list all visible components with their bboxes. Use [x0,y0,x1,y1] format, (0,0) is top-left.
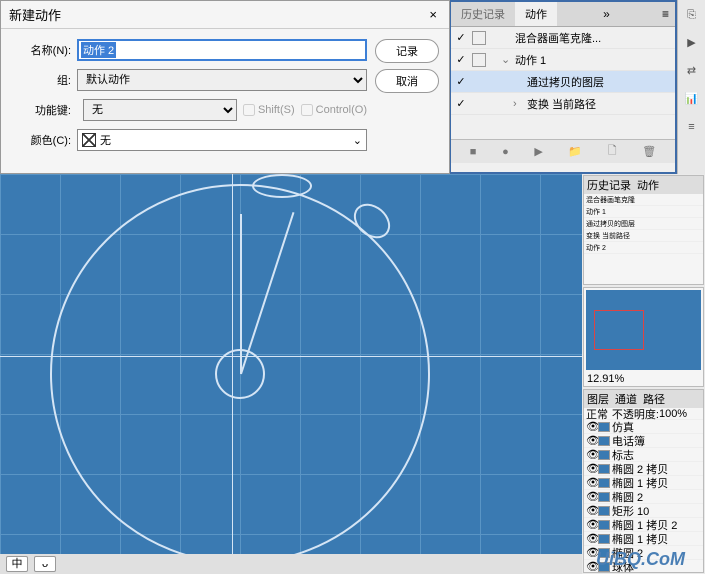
new-action-dialog: 新建动作 × 名称(N): 动作 2 组: 默认动作 功能键: 无 Shift(… [0,0,450,174]
shift-checkbox[interactable]: Shift(S) [243,104,295,116]
footer-icon-4[interactable]: 🗋 [608,142,617,161]
panel-tabs: 历史记录 动作 » ≡ [451,2,675,27]
navigator-viewport-box[interactable] [594,310,644,350]
name-row: 名称(N): 动作 2 [11,39,367,61]
color-label: 颜色(C): [11,132,71,148]
cancel-button[interactable]: 取消 [375,69,439,93]
footer-icon-3[interactable]: 📁 [568,145,582,158]
close-icon[interactable]: × [425,7,441,22]
ime-punct-button[interactable]: ᴗ [34,556,56,572]
sidebar-icon-2[interactable]: ⇄ [683,62,701,80]
footer-icon-0[interactable]: ■ [470,146,477,158]
panel-sidebar: ⎘ ▶ ⇄ 📊 ≡ [677,0,705,174]
group-label: 组: [11,72,71,88]
clock-center [215,349,265,399]
sidebar-icon-0[interactable]: ⎘ [683,6,701,24]
right-panels: 历史记录 动作 混合器画笔克隆动作 1通过拷贝的图层变换 当前路径动作 2 12… [582,174,705,574]
sidebar-icon-4[interactable]: ≡ [683,118,701,136]
name-input[interactable]: 动作 2 [77,39,367,61]
actions-panel-area: 历史记录 动作 » ≡ ✓混合器画笔克隆...✓⌄动作 1✓通过拷贝的图层✓›变… [449,0,705,174]
clock-shape [50,184,430,564]
fn-label: 功能键: [11,102,71,118]
panel-menu-icon[interactable]: » [597,5,616,23]
history-row[interactable]: 混合器画笔克隆 [584,194,703,206]
navigator-preview[interactable] [586,290,701,370]
form-column: 名称(N): 动作 2 组: 默认动作 功能键: 无 Shift(S) Cont… [11,39,367,159]
group-row: 组: 默认动作 [11,69,367,91]
mini-history-tabs: 历史记录 动作 [584,176,703,194]
clock-knob-side [347,197,397,246]
fn-row: 功能键: 无 Shift(S) Control(O) [11,99,367,121]
action-row[interactable]: ✓›变换 当前路径 [451,93,675,115]
color-select[interactable]: 无 ⌄ [77,129,367,151]
mini-history-panel: 历史记录 动作 混合器画笔克隆动作 1通过拷贝的图层变换 当前路径动作 2 [583,175,704,285]
watermark: UiBQ.CoM [596,549,685,570]
bottom-bar: 中 ᴗ [0,554,582,574]
action-row[interactable]: ✓通过拷贝的图层 [451,71,675,93]
tab-history[interactable]: 历史记录 [451,2,515,26]
layers-panel: 图层 通道 路径 正常 不透明度:100% 👁仿真👁电话簿👁标志👁椭圆 2 拷贝… [583,389,704,573]
dialog-body: 名称(N): 动作 2 组: 默认动作 功能键: 无 Shift(S) Cont… [1,29,449,169]
footer-icon-5[interactable]: 🗑 [642,145,656,158]
name-value: 动作 2 [81,42,116,58]
footer-icon-1[interactable]: ● [502,146,509,158]
panel-hamburger-icon[interactable]: ≡ [656,5,675,23]
name-label: 名称(N): [11,42,71,58]
footer-icon-2[interactable]: ▶ [534,145,542,158]
no-color-icon [82,133,96,147]
navigator-zoom: 12.91% [584,372,703,386]
action-row[interactable]: ✓⌄动作 1 [451,49,675,71]
sidebar-icon-1[interactable]: ▶ [683,34,701,52]
action-list: ✓混合器画笔克隆...✓⌄动作 1✓通过拷贝的图层✓›变换 当前路径 [451,27,675,139]
record-button[interactable]: 记录 [375,39,439,63]
layer-row[interactable]: 👁电话簿 [584,434,703,448]
sidebar-icon-3[interactable]: 📊 [683,90,701,108]
layers-opacity-row: 正常 不透明度:100% [584,408,703,420]
layer-row[interactable]: 👁椭圆 1 拷贝 [584,532,703,546]
ime-lang-button[interactable]: 中 [6,556,28,572]
action-row[interactable]: ✓混合器画笔克隆... [451,27,675,49]
group-select[interactable]: 默认动作 [77,69,367,91]
navigator-panel: 12.91% [583,287,704,387]
tab-actions[interactable]: 动作 [515,2,557,26]
dialog-titlebar: 新建动作 × [1,1,449,29]
clock-knob-top [252,174,312,198]
layer-row[interactable]: 👁椭圆 1 拷贝 [584,476,703,490]
history-row[interactable]: 变换 当前路径 [584,230,703,242]
actions-panel: 历史记录 动作 » ≡ ✓混合器画笔克隆...✓⌄动作 1✓通过拷贝的图层✓›变… [449,0,677,174]
dialog-title-text: 新建动作 [9,5,61,24]
canvas[interactable] [0,174,582,574]
fn-select[interactable]: 无 [83,99,237,121]
history-row[interactable]: 动作 1 [584,206,703,218]
panel-footer: ■ ● ▶ 📁 🗋 🗑 [451,139,675,163]
history-row[interactable]: 通过拷贝的图层 [584,218,703,230]
button-column: 记录 取消 [375,39,439,159]
history-row[interactable]: 动作 2 [584,242,703,254]
color-row: 颜色(C): 无 ⌄ [11,129,367,151]
mini-history-list: 混合器画笔克隆动作 1通过拷贝的图层变换 当前路径动作 2 [584,194,703,284]
control-checkbox[interactable]: Control(O) [301,104,367,116]
